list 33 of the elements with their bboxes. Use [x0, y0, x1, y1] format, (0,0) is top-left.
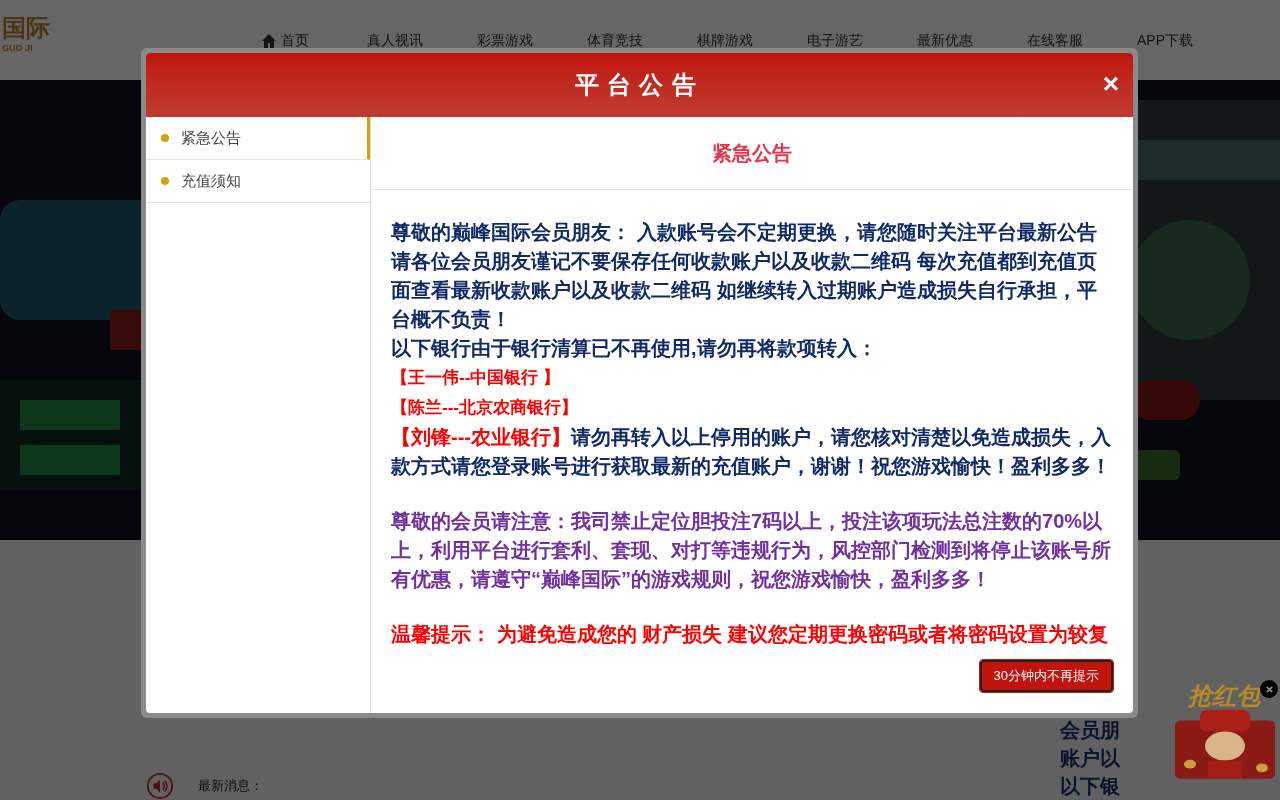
- bullet-icon: [161, 177, 169, 185]
- logo-text: 国际: [2, 14, 50, 42]
- nav-link[interactable]: 彩票游戏: [450, 30, 560, 51]
- notice-paragraph: 【陈兰---北京农商银行】: [391, 397, 579, 419]
- nav-link[interactable]: 在线客服: [1000, 30, 1110, 51]
- content-title: 紧急公告: [712, 141, 792, 166]
- modal-title: 平台公告: [574, 70, 705, 100]
- speaker-icon: [146, 772, 174, 800]
- notice-paragraph: 【刘锋---农业银行】请勿再转入以上停用的账户，请您核对清楚以免造成损失，入款方式请您登录账号进行获取最新的充值账户，谢谢！祝您游戏愉快！盈利多多！: [391, 425, 1112, 479]
- dismiss-button[interactable]: 30分钟内不再提示: [979, 660, 1113, 692]
- home-icon: [261, 32, 277, 49]
- nav-link[interactable]: 体育竞技: [560, 30, 670, 51]
- nav-link[interactable]: 棋牌游戏: [670, 30, 780, 51]
- sidebar-tab[interactable]: 紧急公告: [146, 117, 370, 160]
- news-label: 最新消息：: [198, 777, 263, 796]
- notice-paragraph: 以下银行由于银行清算已不再使用,请勿再将款项转入：: [391, 336, 878, 361]
- notice-text: 会员朋: [1060, 718, 1120, 743]
- bullet-icon: [161, 134, 169, 142]
- nav-link[interactable]: 真人视讯: [340, 30, 450, 51]
- notice-paragraph: 【王一伟--中国银行 】: [391, 367, 562, 389]
- notice-paragraph: 尊敬的会员请注意：我司禁止定位胆投注7码以上，投注该项玩法总注数的70%以上，利用平台进行套利、套现、对打等违规行为，风控部门检测到将停止该账号所有优惠，请遵守“巅峰国际”的游戏规则，祝您游戏愉快，盈利多多！: [391, 509, 1112, 592]
- notice-text: 账户以: [1060, 746, 1120, 771]
- notice-paragraph: 温馨提示： 为避免造成您的 财产损失 建议您定期更换密码或者将密码设置为较复: [391, 622, 1109, 647]
- notice-paragraph: 请各位会员朋友谨记不要保存任何收款账户以及收款二维码 每次充值都到充值页面查看最新收款账户以及收款二维码 如继续转入过期账户造成损失自行承担，平台概不负责！: [391, 249, 1098, 332]
- notice-paragraph: 尊敬的巅峰国际会员朋友： 入款账号会不定期更换，请您随时关注平台最新公告: [391, 220, 1098, 245]
- logo-subtext: GUO JI: [2, 42, 33, 55]
- nav-link[interactable]: 电子游艺: [780, 30, 890, 51]
- promo-label: 抢红包: [1188, 681, 1260, 711]
- notice-text: 以下银: [1060, 774, 1120, 799]
- nav-link[interactable]: APP下载: [1110, 30, 1220, 51]
- nav-link[interactable]: 首页: [230, 30, 340, 51]
- close-button[interactable]: ×: [1102, 69, 1119, 99]
- nav-link[interactable]: 最新优惠: [890, 30, 1000, 51]
